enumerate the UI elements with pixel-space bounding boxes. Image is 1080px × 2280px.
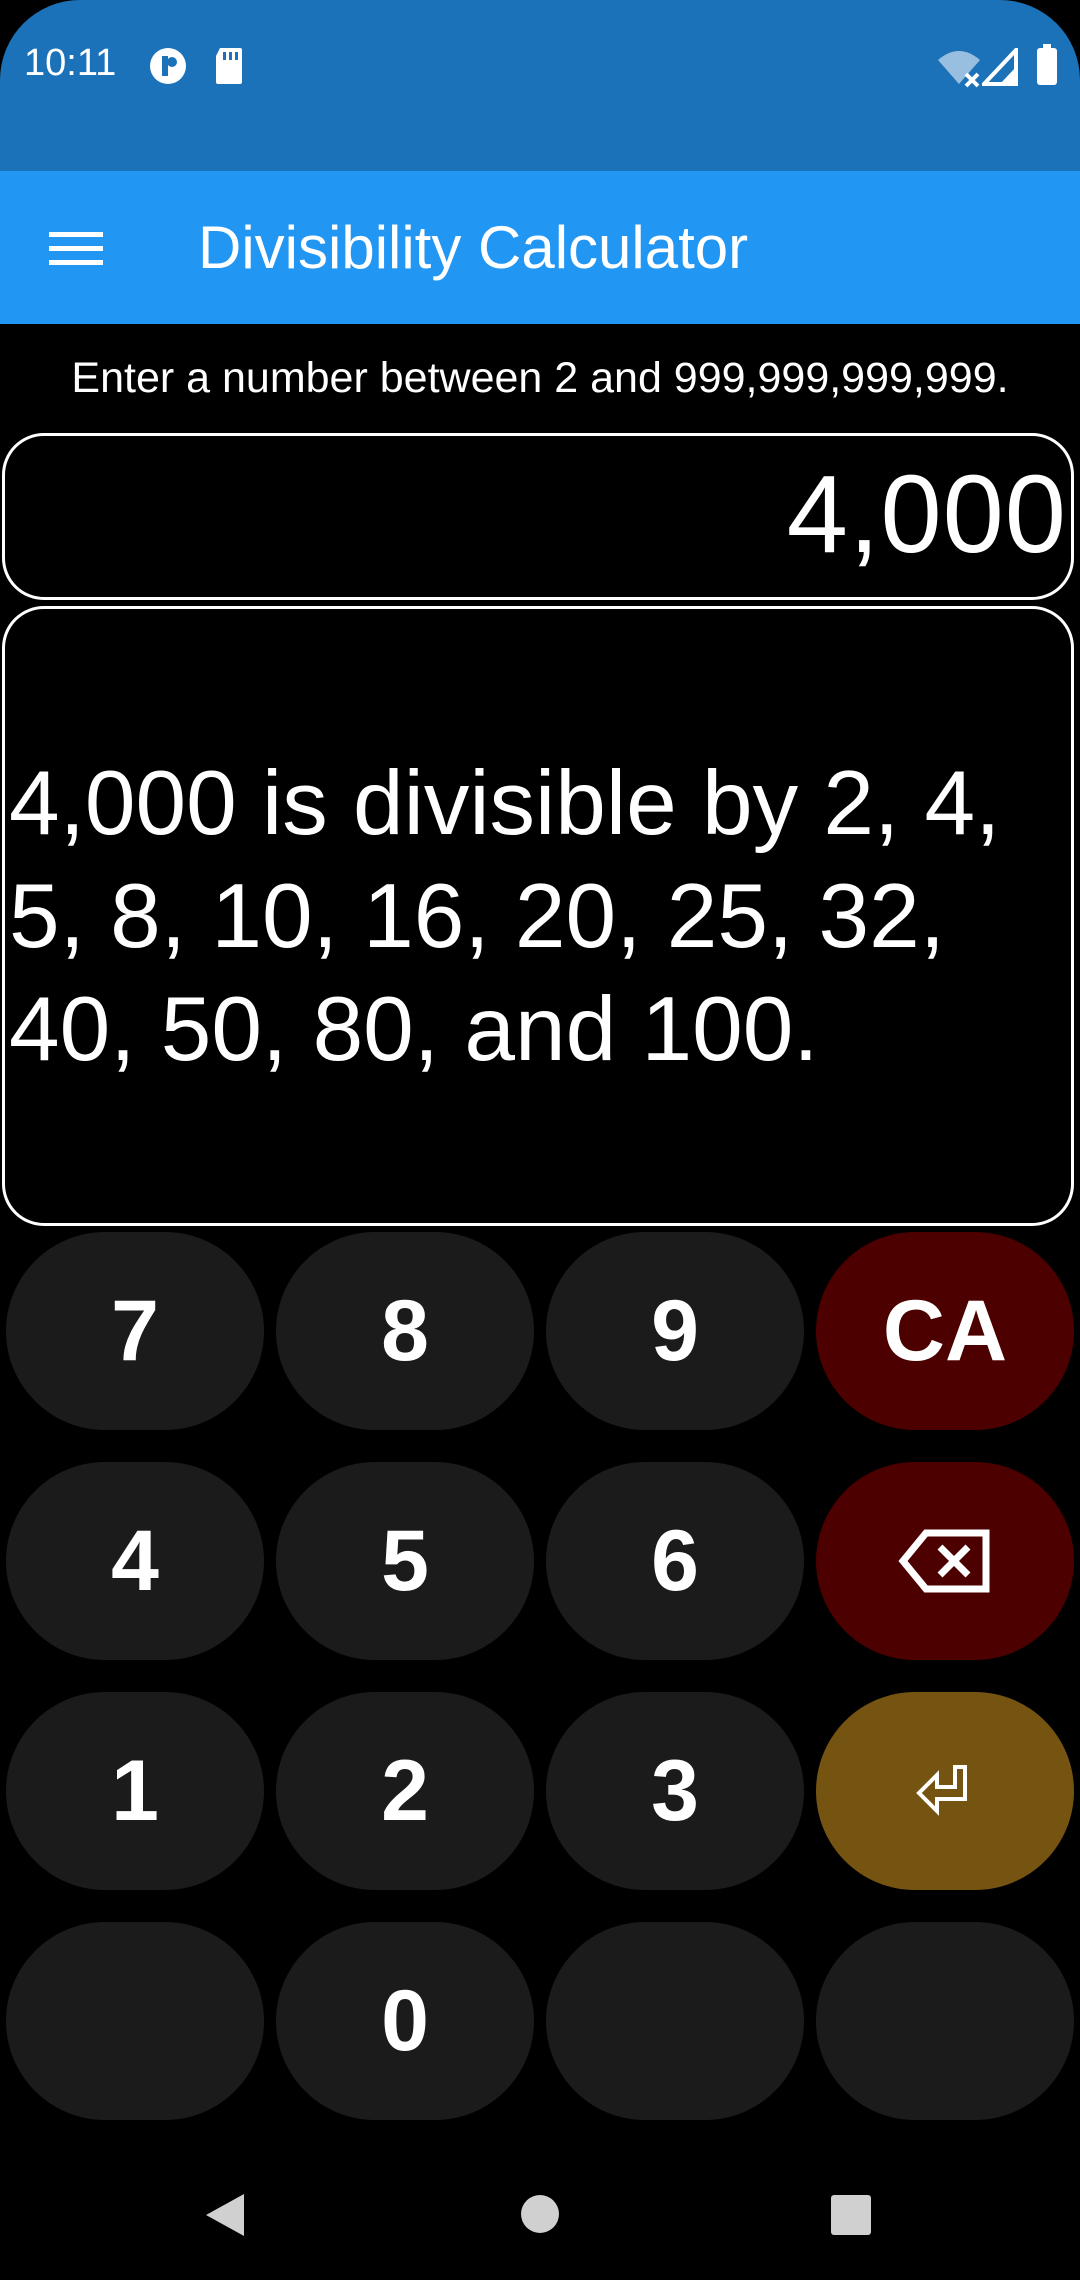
key-1[interactable]: 1 (6, 1692, 264, 1890)
number-input-value: 4,000 (786, 453, 1067, 576)
key-6[interactable]: 6 (546, 1462, 804, 1660)
battery-icon (1036, 44, 1058, 91)
sd-card-icon (214, 46, 244, 91)
back-icon[interactable] (204, 2192, 246, 2243)
key-7[interactable]: 7 (6, 1232, 264, 1430)
enter-button[interactable] (816, 1692, 1074, 1890)
clear-all-button[interactable]: CA (816, 1232, 1074, 1430)
app-screen: 10:11 Divisibility Calculator Enter a nu… (0, 0, 1080, 2280)
signal-icon (979, 44, 1018, 91)
key-9[interactable]: 9 (546, 1232, 804, 1430)
key-5[interactable]: 5 (276, 1462, 534, 1660)
backspace-button[interactable] (816, 1462, 1074, 1660)
menu-button[interactable] (36, 211, 116, 285)
number-input[interactable]: 4,000 (2, 433, 1074, 600)
key-2[interactable]: 2 (276, 1692, 534, 1890)
key-0[interactable]: 0 (276, 1922, 534, 2120)
key-8[interactable]: 8 (276, 1232, 534, 1430)
hamburger-menu-icon (49, 232, 103, 265)
home-icon[interactable] (520, 2194, 560, 2239)
key-3[interactable]: 3 (546, 1692, 804, 1890)
key-4[interactable]: 4 (6, 1462, 264, 1660)
enter-icon (916, 1765, 967, 1816)
instruction-text: Enter a number between 2 and 999,999,999… (71, 354, 1009, 402)
status-bar: 10:11 (0, 0, 1080, 171)
blank-key-middle (546, 1922, 804, 2120)
backspace-icon (898, 1529, 990, 1593)
recents-icon[interactable] (830, 2194, 872, 2241)
data-saver-icon (148, 46, 188, 91)
result-text: 4,000 is divisible by 2, 4, 5, 8, 10, 16… (9, 753, 1001, 1080)
result-panel: 4,000 is divisible by 2, 4, 5, 8, 10, 16… (2, 606, 1074, 1226)
app-title: Divisibility Calculator (198, 214, 749, 281)
navigation-bar (0, 2160, 1080, 2280)
wifi-off-icon (936, 48, 982, 93)
app-bar: Divisibility Calculator (0, 171, 1080, 324)
blank-key-right (816, 1922, 1074, 2120)
blank-key-left (6, 1922, 264, 2120)
status-time: 10:11 (24, 42, 117, 84)
